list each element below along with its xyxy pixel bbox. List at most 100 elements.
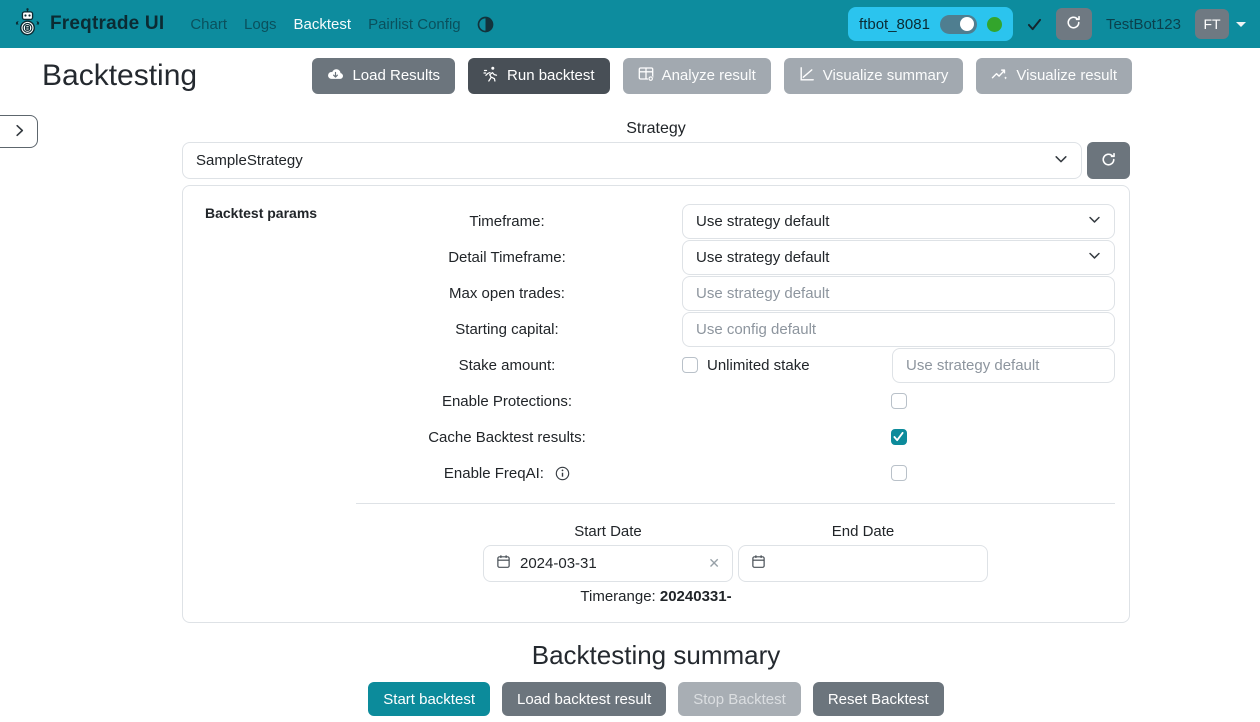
chevron-down-icon [1088, 213, 1101, 230]
account-menu[interactable]: FT [1195, 9, 1246, 39]
reload-icon [1066, 15, 1081, 33]
start-date-label: Start Date [483, 523, 733, 540]
timerange-label: Timerange: [580, 588, 655, 605]
backtest-content: Strategy SampleStrategy Backtest params [182, 120, 1130, 716]
form-row-enable-freqai: Enable FreqAI: [356, 455, 1115, 491]
app-root: Freqtrade UI Chart Logs Backtest Pairlis… [0, 0, 1260, 722]
calendar-icon [496, 554, 511, 574]
nav-item-logs[interactable]: Logs [244, 16, 277, 33]
load-results-button[interactable]: Load Results [312, 58, 455, 94]
enable-freqai-checkbox[interactable] [891, 465, 907, 481]
nav-item-chart[interactable]: Chart [190, 16, 227, 33]
theme-toggle-icon[interactable] [477, 16, 494, 33]
chevron-down-icon [1236, 22, 1246, 27]
strategy-select[interactable]: SampleStrategy [182, 142, 1082, 179]
nav-item-backtest[interactable]: Backtest [294, 16, 352, 33]
page-title: Backtesting [42, 59, 197, 93]
header-buttons: Load Results Run backtest [312, 58, 1132, 94]
timeframe-value: Use strategy default [696, 213, 1088, 230]
bot-selector[interactable]: ftbot_8081 [848, 7, 1013, 41]
load-backtest-result-button[interactable]: Load backtest result [502, 682, 666, 716]
avatar: FT [1195, 9, 1229, 39]
page-header: Backtesting Load Results R [0, 48, 1260, 95]
visualize-result-button[interactable]: Visualize result [976, 58, 1132, 94]
start-date-col: Start Date 2024-03-31 ✕ [483, 523, 733, 582]
person-running-icon [483, 66, 499, 86]
brand[interactable]: Freqtrade UI [14, 7, 164, 42]
form-row-max-open-trades: Max open trades: [356, 275, 1115, 311]
navbar-right: ftbot_8081 TestBot123 FT [848, 7, 1246, 41]
table-gear-icon [638, 66, 654, 86]
cache-results-checkbox[interactable] [891, 429, 907, 445]
reset-backtest-button[interactable]: Reset Backtest [813, 682, 944, 716]
chevron-down-icon [1054, 152, 1068, 170]
end-date-col: End Date [738, 523, 988, 582]
summary-title: Backtesting summary [182, 640, 1130, 671]
timeframe-label: Timeframe: [356, 213, 658, 230]
enable-protections-label: Enable Protections: [356, 393, 658, 410]
button-label: Run backtest [507, 67, 595, 84]
starting-capital-input[interactable] [682, 312, 1115, 347]
max-open-trades-label: Max open trades: [356, 285, 658, 302]
form-row-starting-capital: Starting capital: [356, 311, 1115, 347]
enable-freqai-label: Enable FreqAI: [444, 465, 544, 482]
start-backtest-button[interactable]: Start backtest [368, 682, 490, 716]
bot-username: TestBot123 [1106, 16, 1181, 33]
cloud-download-icon [327, 67, 344, 85]
nav-item-pairlist-config[interactable]: Pairlist Config [368, 16, 461, 33]
analyze-result-button[interactable]: Analyze result [623, 58, 771, 94]
strategy-label: Strategy [182, 120, 1130, 138]
cache-results-label: Cache Backtest results: [356, 429, 658, 446]
bot-toggle[interactable] [940, 15, 977, 34]
button-label: Visualize summary [823, 67, 949, 84]
chevron-right-icon [14, 124, 25, 140]
calendar-icon [751, 554, 766, 574]
chart-line-icon [799, 66, 815, 86]
online-status-dot [987, 17, 1002, 32]
backtest-form: Timeframe: Use strategy default Detail T… [356, 203, 1115, 582]
strategy-selected-value: SampleStrategy [196, 152, 1054, 169]
expand-left-panel-button[interactable] [0, 115, 38, 148]
stop-backtest-button[interactable]: Stop Backtest [678, 682, 801, 716]
timeframe-select[interactable]: Use strategy default [682, 204, 1115, 239]
start-date-input[interactable]: 2024-03-31 ✕ [483, 545, 733, 582]
max-open-trades-input[interactable] [682, 276, 1115, 311]
start-date-value: 2024-03-31 [520, 555, 699, 572]
refresh-bot-button[interactable] [1056, 8, 1092, 40]
form-row-timeframe: Timeframe: Use strategy default [356, 203, 1115, 239]
reload-icon [1101, 152, 1116, 170]
unlimited-stake-checkbox[interactable] [682, 357, 698, 373]
info-circle-icon[interactable] [555, 466, 570, 481]
detail-timeframe-select[interactable]: Use strategy default [682, 240, 1115, 275]
end-date-input[interactable] [738, 545, 988, 582]
form-row-cache-results: Cache Backtest results: [356, 419, 1115, 455]
form-row-detail-timeframe: Detail Timeframe: Use strategy default [356, 239, 1115, 275]
button-label: Analyze result [662, 67, 756, 84]
enable-protections-checkbox[interactable] [891, 393, 907, 409]
graph-up-arrow-icon [991, 66, 1008, 85]
navbar: Freqtrade UI Chart Logs Backtest Pairlis… [0, 0, 1260, 48]
detail-timeframe-value: Use strategy default [696, 249, 1088, 266]
date-range: Start Date 2024-03-31 ✕ [356, 523, 1115, 582]
chevron-down-icon [1088, 249, 1101, 266]
visualize-summary-button[interactable]: Visualize summary [784, 58, 964, 94]
brand-title: Freqtrade UI [50, 13, 164, 35]
backtest-params-card: Backtest params Timeframe: Use strategy … [182, 185, 1130, 623]
nav-links: Chart Logs Backtest Pairlist Config [190, 16, 460, 33]
summary-buttons: Start backtest Load backtest result Stop… [182, 682, 1130, 716]
clear-date-icon[interactable]: ✕ [708, 555, 720, 572]
robot-logo-icon [14, 7, 41, 42]
starting-capital-label: Starting capital: [356, 321, 658, 338]
form-row-stake-amount: Stake amount: Unlimited stake [356, 347, 1115, 383]
reload-strategies-button[interactable] [1087, 142, 1130, 179]
button-label: Load Results [352, 67, 440, 84]
button-label: Visualize result [1016, 67, 1117, 84]
stake-amount-label: Stake amount: [356, 357, 658, 374]
stake-amount-input[interactable] [892, 348, 1115, 383]
timerange-display: Timerange: 20240331- [199, 588, 1113, 605]
divider [356, 503, 1115, 504]
form-row-enable-protections: Enable Protections: [356, 383, 1115, 419]
timerange-value: 20240331- [660, 588, 732, 605]
card-legend: Backtest params [205, 205, 317, 221]
run-backtest-button[interactable]: Run backtest [468, 58, 610, 94]
